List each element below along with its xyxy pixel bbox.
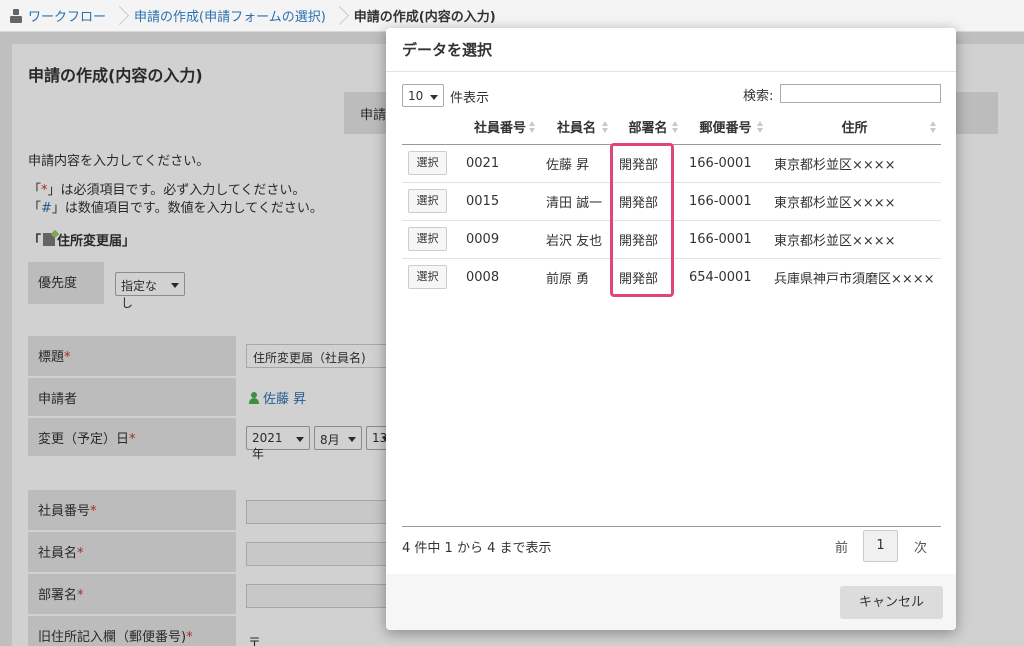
cell-employee-no: 0008 [466,269,500,285]
breadcrumb-separator [114,0,124,32]
col-zip[interactable]: 郵便番号 [683,110,768,145]
sort-icon [529,121,536,133]
table-info: 4 件中 1 から 4 まで表示 [402,541,552,556]
table-row[interactable]: 選択 0009 岩沢 友也 開発部 166-0001 東京都杉並区×××× [402,220,941,259]
cell-address: 東京都杉並区×××× [768,220,941,259]
search-input[interactable] [780,84,941,103]
pagination-page-1[interactable]: 1 [863,530,898,562]
select-button[interactable]: 選択 [408,151,447,175]
select-data-dialog: データを選択 10 件表示 検索: 社員番号 社員名 部署名 郵便番号 住所 選… [386,28,956,630]
cell-zip: 166-0001 [683,182,768,221]
table-row[interactable]: 選択 0008 前原 勇 開発部 654-0001 兵庫県神戸市須磨区×××× [402,258,941,296]
cancel-button[interactable]: キャンセル [840,586,943,619]
data-table: 社員番号 社員名 部署名 郵便番号 住所 選択 0021 佐藤 昇 開発部 16… [402,110,941,296]
col-department[interactable]: 部署名 [613,110,683,145]
search-label: 検索: [743,89,774,104]
dialog-footer: キャンセル [386,574,956,630]
pagination-next[interactable]: 次 [914,537,927,556]
cell-employee-name: 清田 誠一 [540,182,613,221]
cell-address: 東京都杉並区×××× [768,144,941,183]
col-address[interactable]: 住所 [768,110,941,145]
breadcrumb-current: 申請の作成(内容の入力) [353,10,496,25]
page-length-select[interactable]: 10 [402,84,444,107]
sort-icon [930,121,937,133]
cell-employee-no: 0009 [460,220,540,259]
dialog-title: データを選択 [386,28,956,72]
pagination-prev[interactable]: 前 [835,537,848,556]
sort-icon [757,121,764,133]
sort-icon [602,121,609,133]
cell-zip: 166-0001 [683,220,768,259]
cell-address: 東京都杉並区×××× [768,182,941,221]
col-employee-name[interactable]: 社員名 [540,110,613,145]
col-employee-no[interactable]: 社員番号 [460,110,540,145]
select-button[interactable]: 選択 [408,265,447,290]
cell-employee-name: 岩沢 友也 [540,220,613,259]
cell-zip: 166-0001 [683,144,768,183]
table-row[interactable]: 選択 0021 佐藤 昇 開発部 166-0001 東京都杉並区×××× [402,144,941,183]
cell-department: 開発部 [619,271,659,287]
cell-department: 開発部 [613,220,683,259]
select-button[interactable]: 選択 [408,227,447,251]
table-header-row: 社員番号 社員名 部署名 郵便番号 住所 [402,110,941,145]
cell-address: 兵庫県神戸市須磨区×××× [774,271,935,287]
cell-zip: 654-0001 [689,269,752,285]
workflow-icon [10,8,22,23]
breadcrumb-form-select[interactable]: 申請の作成(申請フォームの選択) [124,0,334,32]
page-length-label: 件表示 [450,91,490,106]
table-row[interactable]: 選択 0015 清田 誠一 開発部 166-0001 東京都杉並区×××× [402,182,941,221]
cell-employee-name: 佐藤 昇 [540,144,613,183]
table-bottom-border [402,526,941,527]
select-button[interactable]: 選択 [408,189,447,213]
cell-department: 開発部 [613,182,683,221]
breadcrumb-separator [334,0,344,32]
cell-employee-no: 0015 [460,182,540,221]
breadcrumb-workflow[interactable]: ワークフロー [0,0,114,32]
cell-employee-no: 0021 [460,144,540,183]
sort-icon [672,121,679,133]
cell-department: 開発部 [613,144,683,183]
cell-employee-name: 前原 勇 [546,271,590,287]
col-action [402,110,460,145]
